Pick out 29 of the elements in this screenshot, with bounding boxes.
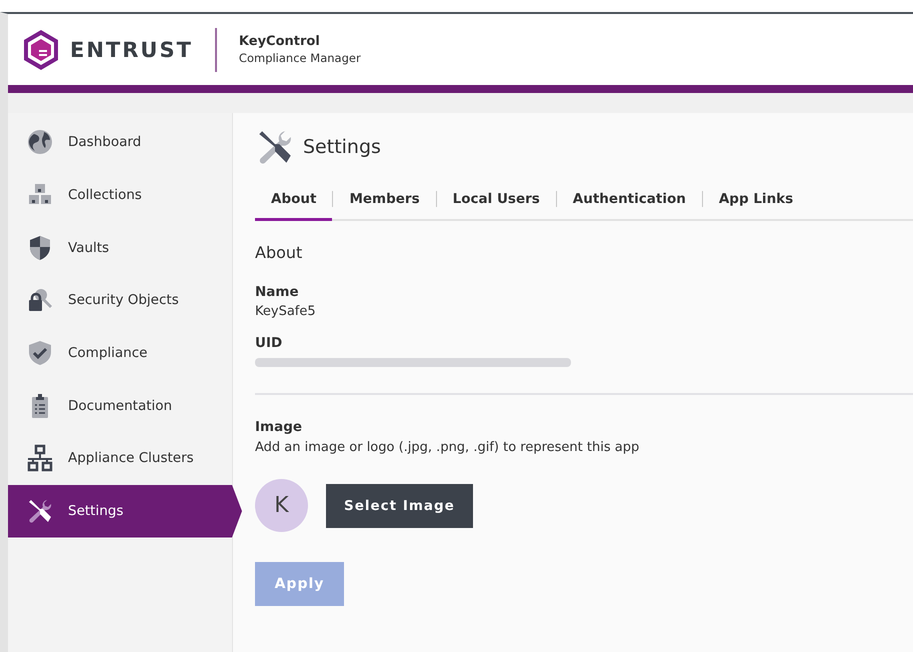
globe-icon xyxy=(26,128,54,156)
sidebar-item[interactable]: Security Objects xyxy=(8,274,242,327)
tab[interactable]: Local Users xyxy=(436,183,556,221)
tab[interactable]: Authentication xyxy=(556,183,702,221)
product-name: KeyControl xyxy=(238,34,321,49)
field-value: KeySafe5 xyxy=(255,304,317,319)
tab[interactable]: App Links xyxy=(702,183,810,221)
sidebar-item[interactable]: Appliance Clusters xyxy=(8,432,242,485)
field-label: UID xyxy=(255,335,284,351)
tab[interactable]: About xyxy=(255,183,332,221)
product-subtitle: Compliance Manager xyxy=(238,51,361,65)
image-hint: Add an image or logo (.jpg, .png, .gif) to represent this app xyxy=(255,440,640,455)
select-image-button[interactable]: Select Image xyxy=(326,484,473,528)
page-title: Settings xyxy=(303,136,381,158)
tab[interactable]: Members xyxy=(333,183,436,221)
sidebar-item[interactable]: Dashboard xyxy=(8,116,242,169)
hexagon-logo xyxy=(22,28,60,70)
sidebar-item[interactable]: Collections xyxy=(8,168,242,222)
sidebar-item[interactable]: Vaults xyxy=(8,221,242,274)
avatar: K xyxy=(255,479,308,532)
section-title: About xyxy=(255,243,304,262)
sidebar-item[interactable]: Compliance xyxy=(8,326,242,380)
field-label: Name xyxy=(255,284,300,300)
brand-name: ENTRUST xyxy=(70,38,193,62)
sidebar-item[interactable]: Settings xyxy=(8,484,242,538)
check-shield-icon xyxy=(26,339,54,368)
sidebar-item[interactable]: Documentation xyxy=(8,379,242,432)
field-label: Image xyxy=(255,419,304,435)
network-icon xyxy=(26,444,54,472)
